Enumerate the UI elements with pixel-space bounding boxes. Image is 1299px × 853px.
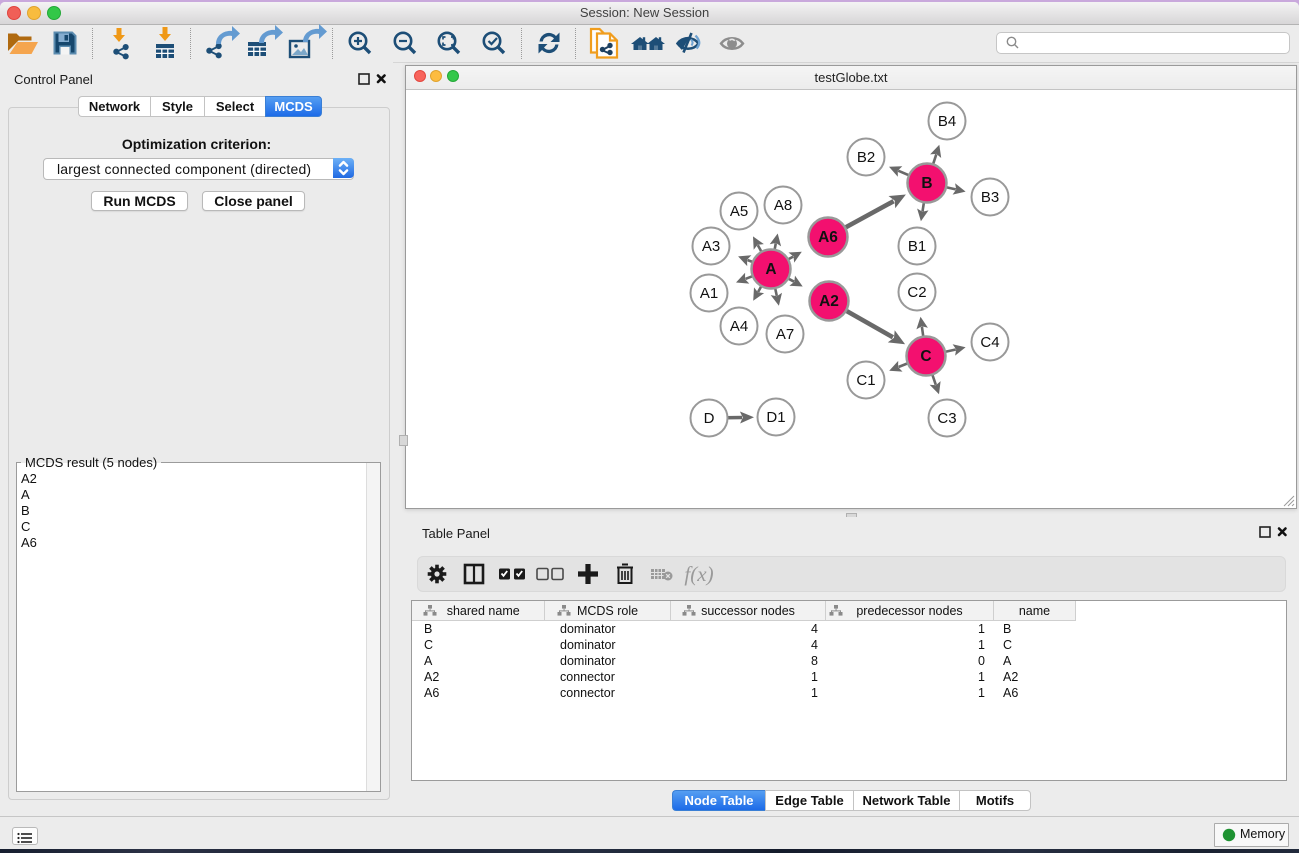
svg-text:A: A <box>765 261 776 278</box>
svg-text:A3: A3 <box>702 238 720 255</box>
svg-text:B3: B3 <box>981 189 999 206</box>
svg-text:B2: B2 <box>857 149 875 166</box>
svg-text:C: C <box>920 348 931 365</box>
svg-text:C3: C3 <box>937 410 956 427</box>
svg-text:A5: A5 <box>730 203 748 220</box>
svg-text:B4: B4 <box>938 113 956 130</box>
svg-text:C2: C2 <box>907 284 926 301</box>
svg-text:A6: A6 <box>818 229 838 246</box>
svg-text:f(x): f(x) <box>684 562 713 586</box>
svg-text:B: B <box>921 175 932 192</box>
svg-text:A1: A1 <box>700 285 718 302</box>
svg-text:C1: C1 <box>856 372 875 389</box>
svg-text:D1: D1 <box>766 409 785 426</box>
svg-text:A4: A4 <box>730 318 748 335</box>
svg-text:A2: A2 <box>819 293 839 310</box>
svg-text:C4: C4 <box>980 334 999 351</box>
svg-text:A7: A7 <box>776 326 794 343</box>
svg-text:B1: B1 <box>908 238 926 255</box>
svg-text:A8: A8 <box>774 197 792 214</box>
svg-text:D: D <box>704 410 715 427</box>
